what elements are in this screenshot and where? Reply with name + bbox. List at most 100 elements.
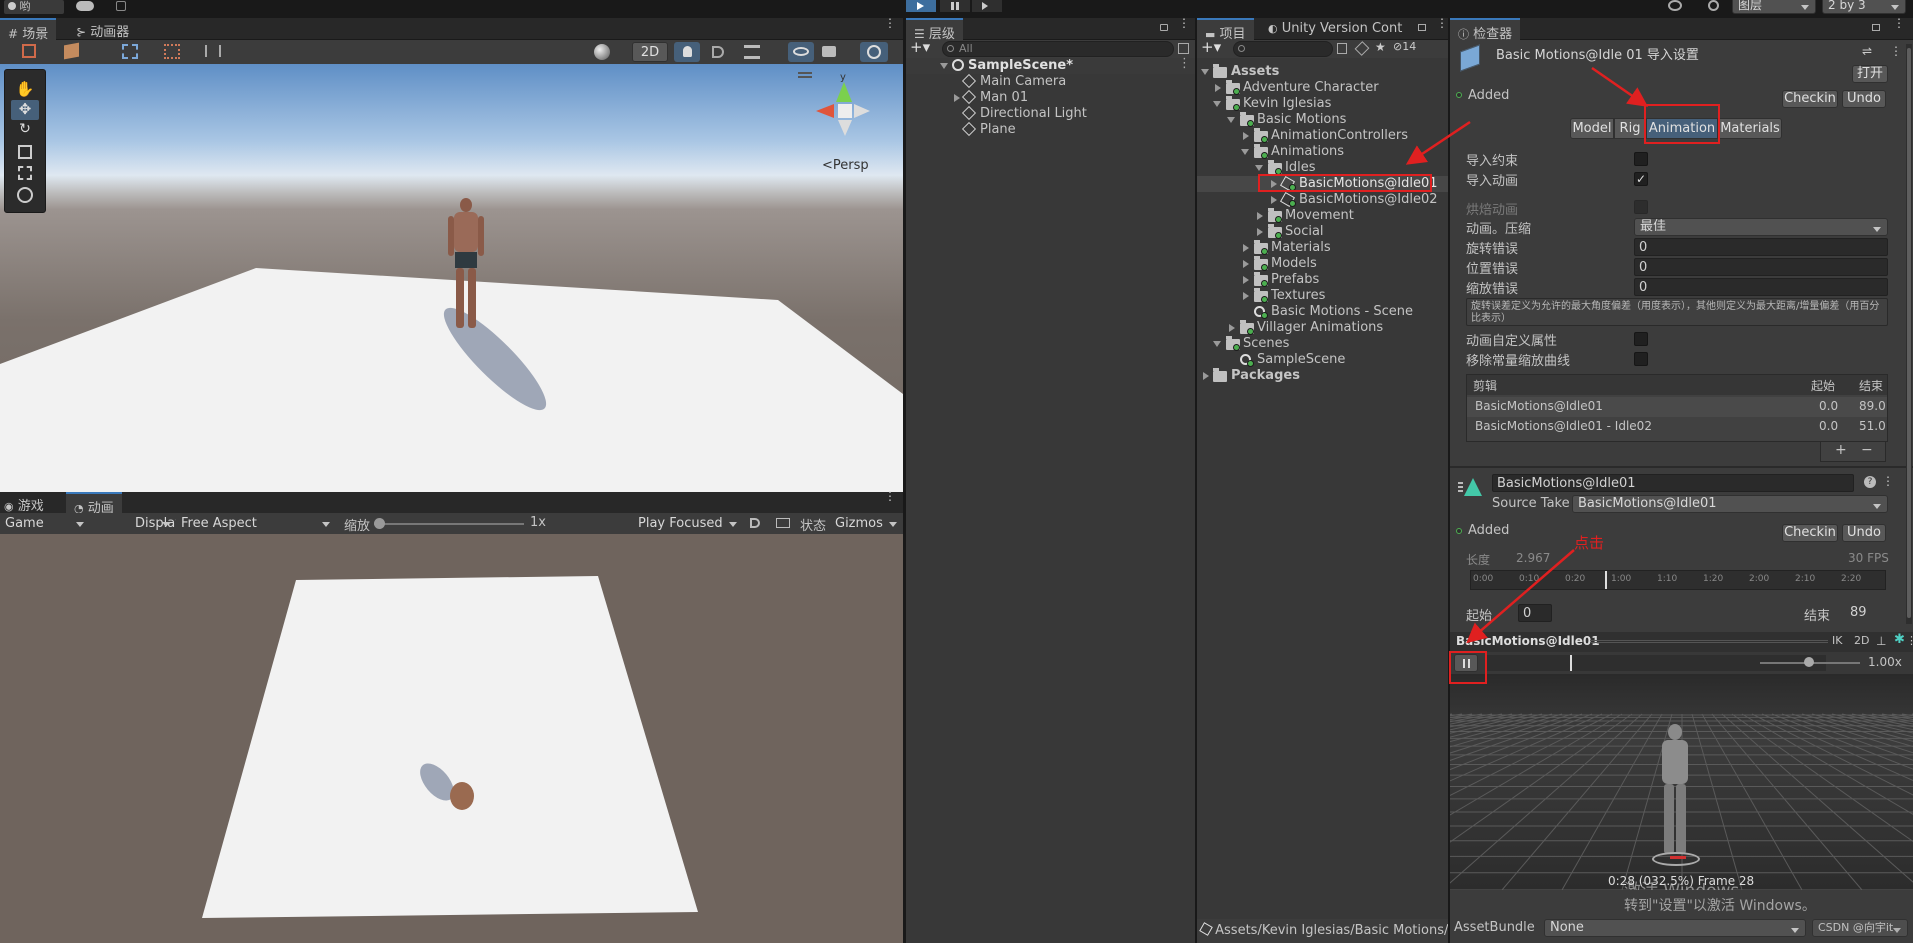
aspect-dropdown[interactable]: Free Aspect bbox=[176, 514, 336, 533]
shading-sphere-icon[interactable] bbox=[594, 44, 610, 60]
position-error-input[interactable]: 0 bbox=[1634, 258, 1888, 276]
checkin-button[interactable]: Checkin bbox=[1782, 90, 1838, 108]
hierarchy-item[interactable]: Man 01 bbox=[906, 89, 1195, 106]
hierarchy-add-button[interactable]: +▾ bbox=[910, 38, 930, 56]
hierarchy-search-options-icon[interactable] bbox=[1178, 43, 1189, 54]
project-item[interactable]: Villager Animations bbox=[1197, 320, 1448, 336]
search-star-icon[interactable]: ★ bbox=[1375, 40, 1386, 54]
hierarchy-search-input[interactable]: All bbox=[942, 41, 1174, 57]
history-icon[interactable] bbox=[1668, 0, 1682, 11]
cloud-icon[interactable] bbox=[76, 1, 94, 11]
increment-snap-icon[interactable] bbox=[205, 45, 221, 57]
shading-dropdown-icon[interactable] bbox=[64, 42, 79, 60]
project-item[interactable]: Scenes bbox=[1197, 336, 1448, 352]
avatar-body-icon[interactable]: ✱ bbox=[1894, 632, 1905, 647]
zoom-slider-handle[interactable] bbox=[374, 518, 385, 529]
remove-const-scale-checkbox[interactable] bbox=[1634, 352, 1648, 366]
transform-tool-icon[interactable] bbox=[17, 187, 33, 203]
clip-row-selected[interactable]: BasicMotions@Idle01 0.0 89.0 bbox=[1467, 397, 1887, 417]
hidden-objects-icon[interactable] bbox=[788, 42, 814, 62]
help-icon[interactable]: ? bbox=[1864, 476, 1876, 488]
step-button[interactable] bbox=[972, 0, 1002, 12]
expand-arrow-icon[interactable] bbox=[1257, 212, 1263, 220]
inspector-settings-icon[interactable]: ⇌ bbox=[1862, 44, 1874, 58]
tab-materials[interactable]: Materials bbox=[1718, 118, 1782, 139]
tab-model[interactable]: Model bbox=[1570, 118, 1614, 139]
start-input[interactable]: 0 bbox=[1518, 604, 1552, 622]
expand-arrow-icon[interactable] bbox=[1201, 69, 1209, 75]
tab-version-control[interactable]: ◐ Unity Version Cont bbox=[1260, 18, 1410, 40]
grid-snap-icon[interactable] bbox=[164, 44, 180, 59]
snap-grid-icon[interactable] bbox=[122, 44, 138, 59]
game-viewport[interactable] bbox=[0, 534, 903, 943]
layers-dropdown[interactable]: 图层 bbox=[1732, 0, 1816, 14]
clip-options-icon[interactable]: ⋮ bbox=[1882, 474, 1894, 488]
hierarchy-item[interactable]: Plane bbox=[906, 121, 1195, 138]
effects-toggle-icon[interactable] bbox=[744, 45, 760, 59]
expand-arrow-icon[interactable] bbox=[954, 94, 960, 102]
expand-arrow-icon[interactable] bbox=[1257, 228, 1263, 236]
import-constraints-checkbox[interactable] bbox=[1634, 152, 1648, 166]
tab-game[interactable]: ◉ 游戏 bbox=[0, 492, 52, 514]
project-search-input[interactable] bbox=[1233, 41, 1333, 57]
expand-arrow-icon[interactable] bbox=[1243, 260, 1249, 268]
inspector-scrollbar-thumb[interactable] bbox=[1907, 48, 1911, 618]
project-menu-icon[interactable]: ⋮ bbox=[1436, 17, 1448, 29]
draw-mode-icon[interactable] bbox=[22, 44, 36, 58]
speed-slider[interactable] bbox=[1760, 657, 1860, 667]
inspector-lock-icon[interactable] bbox=[1872, 24, 1880, 31]
hierarchy-menu-icon[interactable]: ⋮ bbox=[1178, 17, 1190, 29]
expand-arrow-icon[interactable] bbox=[1227, 117, 1235, 123]
clip-row[interactable]: BasicMotions@Idle01 - Idle02 0.0 51.0 bbox=[1467, 417, 1887, 437]
play-focused-dropdown[interactable]: Play Focused bbox=[633, 514, 743, 533]
persp-label[interactable]: <Persp bbox=[822, 158, 869, 173]
rotation-error-input[interactable]: 0 bbox=[1634, 238, 1888, 256]
expand-arrow-icon[interactable] bbox=[1203, 372, 1209, 380]
expand-arrow-icon[interactable] bbox=[1215, 84, 1221, 92]
project-item[interactable]: BasicMotions@Idle02 bbox=[1197, 191, 1448, 208]
expand-arrow-icon[interactable] bbox=[1243, 244, 1249, 252]
expand-arrow-icon[interactable] bbox=[1229, 324, 1235, 332]
speed-slider-handle[interactable] bbox=[1804, 657, 1814, 667]
project-item[interactable]: Textures bbox=[1197, 288, 1448, 304]
hierarchy-lock-icon[interactable] bbox=[1160, 24, 1168, 31]
toggle-2d-button[interactable]: 2D bbox=[632, 42, 668, 62]
scale-tool-icon[interactable] bbox=[18, 145, 32, 159]
project-item[interactable]: SampleScene bbox=[1197, 352, 1448, 368]
expand-arrow-icon[interactable] bbox=[1243, 292, 1249, 300]
project-item-packages[interactable]: Packages bbox=[1197, 368, 1448, 384]
checkin-button[interactable]: Checkin bbox=[1782, 524, 1838, 542]
search-icon[interactable] bbox=[1708, 0, 1719, 11]
project-item[interactable]: Models bbox=[1197, 256, 1448, 272]
expand-arrow-icon[interactable] bbox=[1243, 132, 1249, 140]
open-button[interactable]: 打开 bbox=[1852, 65, 1888, 83]
expand-arrow-icon[interactable] bbox=[1243, 276, 1249, 284]
game-dropdown[interactable]: Game bbox=[0, 514, 90, 533]
timeline-ruler[interactable]: 0:00 0:10 0:20 1:00 1:10 1:20 2:00 2:10 … bbox=[1470, 570, 1886, 590]
camera-icon[interactable] bbox=[822, 46, 836, 57]
tab-animator[interactable]: ⊱ 动画器 bbox=[68, 18, 137, 40]
game-menu-icon[interactable]: ⋮ bbox=[884, 490, 896, 502]
hand-tool-icon[interactable]: ✋ bbox=[11, 80, 39, 100]
project-item[interactable]: Materials bbox=[1197, 240, 1448, 256]
remove-clip-button[interactable]: − bbox=[1861, 442, 1873, 458]
stats-button[interactable]: 状态 bbox=[800, 515, 826, 534]
tab-hierarchy[interactable]: ☰ 层级 bbox=[906, 18, 963, 42]
mute-audio-icon[interactable] bbox=[750, 518, 760, 528]
character-model[interactable] bbox=[448, 198, 484, 333]
project-item[interactable]: Basic Motions bbox=[1197, 112, 1448, 128]
project-item[interactable]: Adventure Character bbox=[1197, 80, 1448, 96]
project-item[interactable]: AnimationControllers bbox=[1197, 128, 1448, 144]
gizmos-globe-icon[interactable] bbox=[860, 42, 888, 62]
expand-arrow-icon[interactable] bbox=[1241, 149, 1249, 155]
keyboard-icon[interactable] bbox=[776, 518, 790, 528]
lighting-toggle-icon[interactable] bbox=[674, 42, 700, 62]
collab-icon[interactable] bbox=[116, 1, 126, 11]
preview-drag-bar[interactable] bbox=[1590, 640, 1828, 643]
hierarchy-item[interactable]: Directional Light bbox=[906, 105, 1195, 122]
scene-viewport[interactable]: y <Persp ✋ ✥ ↻ bbox=[0, 64, 903, 492]
tab-scene[interactable]: # 场景 bbox=[0, 18, 57, 42]
hierarchy-item-scene[interactable]: SampleScene* ⋮ bbox=[906, 56, 1195, 74]
project-item[interactable]: Basic Motions - Scene bbox=[1197, 304, 1448, 320]
expand-arrow-icon[interactable] bbox=[1271, 196, 1277, 204]
